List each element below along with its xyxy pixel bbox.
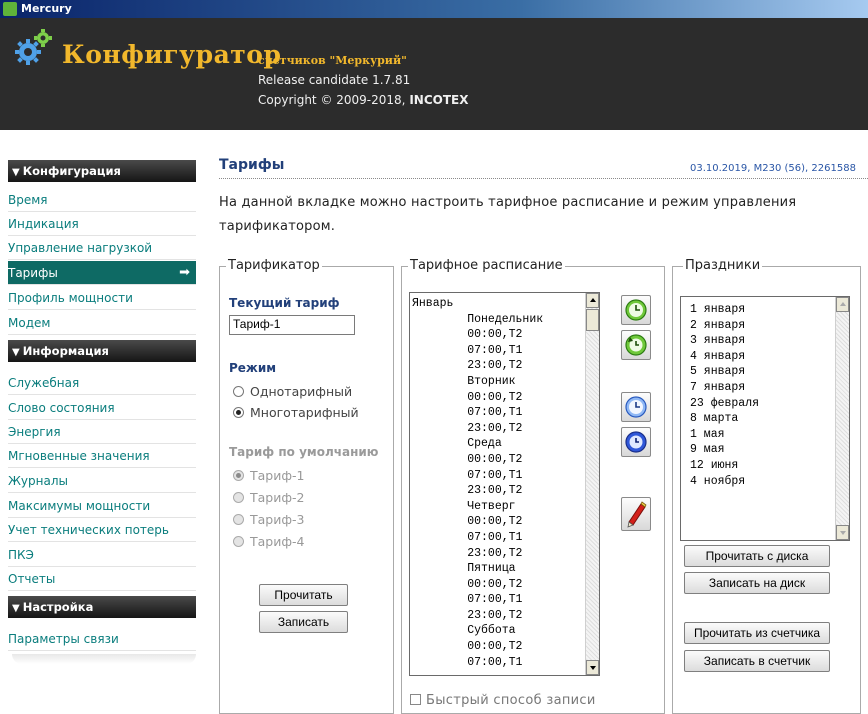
write-meter-button[interactable]: Записать в счетчик (684, 650, 830, 672)
refresh-schedule-button[interactable] (621, 330, 651, 360)
checkbox-label: Быстрый способ записи (426, 693, 596, 708)
radio-label: Многотарифный (250, 405, 359, 420)
checkbox-box (410, 694, 421, 705)
default-tariff-3-radio[interactable]: Тариф-3 (233, 512, 305, 527)
title-divider (219, 178, 868, 179)
clock-green-refresh-icon (625, 334, 647, 356)
current-tariff-label: Текущий тариф (229, 296, 340, 310)
write-button[interactable]: Записать (259, 611, 348, 633)
radio-label: Тариф-4 (250, 534, 305, 549)
read-schedule-button[interactable] (621, 295, 651, 325)
sidebar-item-instant-values[interactable]: Мгновенные значения (8, 444, 196, 468)
schedule-list[interactable]: Январь Понедельник 00:00,T2 07:00,T1 23:… (409, 292, 600, 676)
section-title: Информация (22, 344, 109, 358)
radio-label: Тариф-1 (250, 468, 305, 483)
page-description: На данной вкладке можно настроить тарифн… (219, 195, 797, 234)
scroll-down-button[interactable] (586, 660, 599, 675)
scroll-up-button[interactable] (586, 293, 599, 308)
default-tariff-label: Тариф по умолчанию (229, 445, 379, 459)
arrow-right-icon: ➡ (179, 265, 190, 280)
app-header (0, 18, 868, 130)
sidebar-item-tariffs[interactable]: Тарифы ➡ (8, 261, 196, 285)
scroll-down-button[interactable] (836, 525, 849, 540)
sidebar-item-reports[interactable]: Отчеты (8, 567, 196, 591)
read-meter-button[interactable]: Прочитать из счетчика (684, 622, 830, 644)
sidebar-item-label: Тарифы (8, 266, 58, 280)
edit-schedule-button[interactable] (621, 497, 651, 531)
triangle-down-icon: ▼ (12, 167, 20, 178)
sidebar-item-pke[interactable]: ПКЭ (8, 543, 196, 567)
clock-blue-icon (625, 396, 647, 418)
write-disk-button[interactable]: Записать на диск (684, 572, 830, 594)
mode-single-radio[interactable]: Однотарифный (233, 384, 352, 399)
holidays-legend: Праздники (683, 258, 763, 273)
refresh-time-button[interactable] (621, 427, 651, 457)
pen-eraser-icon (627, 501, 647, 528)
sidebar-item-modem[interactable]: Модем (8, 311, 196, 335)
sidebar-item-energy[interactable]: Энергия (8, 420, 196, 444)
radio-circle (233, 386, 244, 397)
radio-label: Тариф-3 (250, 512, 305, 527)
clock-blue-refresh-icon (625, 431, 647, 453)
mode-label: Режим (229, 361, 277, 375)
copyright-label: Copyright © 2009-2018, INCOTEX (258, 93, 468, 107)
triangle-down-icon: ▼ (12, 347, 20, 358)
sidebar-item-journals[interactable]: Журналы (8, 469, 196, 493)
radio-circle (233, 514, 244, 525)
sidebar-section-info[interactable]: ▼ Информация (8, 340, 196, 362)
window-titlebar: Mercury (0, 0, 868, 18)
holidays-scrollbar[interactable] (835, 297, 849, 540)
read-disk-button[interactable]: Прочитать с диска (684, 545, 830, 567)
sidebar-item-connection[interactable]: Параметры связи (8, 627, 196, 651)
sidebar-item-indication[interactable]: Индикация (8, 212, 196, 236)
default-tariff-1-radio[interactable]: Тариф-1 (233, 468, 305, 483)
section-title: Настройка (22, 600, 94, 614)
default-tariff-4-radio[interactable]: Тариф-4 (233, 534, 305, 549)
sidebar-item-time[interactable]: Время (8, 188, 196, 212)
radio-label: Тариф-2 (250, 490, 305, 505)
schedule-scrollbar[interactable] (585, 293, 599, 675)
section-title: Конфигурация (22, 164, 121, 178)
sidebar-item-load-control[interactable]: Управление нагрузкой (8, 236, 196, 260)
radio-circle (233, 492, 244, 503)
scroll-up-button[interactable] (836, 297, 849, 312)
sidebar-item-service[interactable]: Служебная (8, 371, 196, 395)
release-label: Release candidate 1.7.81 (258, 73, 411, 87)
device-info: 03.10.2019, M230 (56), 2261588 (690, 163, 856, 174)
tarifikator-legend: Тарификатор (226, 258, 322, 273)
read-time-button[interactable] (621, 392, 651, 422)
sidebar-bottom (12, 654, 196, 664)
window-title: Mercury (21, 2, 72, 15)
company-name: INCOTEX (409, 93, 469, 107)
page-title: Тарифы (219, 157, 285, 173)
holidays-list[interactable]: 1 января 2 января 3 января 4 января 5 ян… (680, 296, 850, 541)
copyright-prefix: Copyright © 2009-2018, (258, 93, 406, 107)
read-button[interactable]: Прочитать (259, 584, 348, 606)
gears-icon (15, 29, 52, 65)
sidebar-item-tech-losses[interactable]: Учет технических потерь (8, 518, 196, 542)
radio-circle (233, 536, 244, 547)
scroll-thumb[interactable] (586, 309, 599, 331)
fast-write-checkbox[interactable]: Быстрый способ записи (410, 693, 596, 708)
default-tariff-2-radio[interactable]: Тариф-2 (233, 490, 305, 505)
brand-title: Конфигуратор (62, 40, 282, 69)
schedule-legend: Тарифное расписание (408, 258, 565, 273)
mode-multi-radio[interactable]: Многотарифный (233, 405, 359, 420)
radio-circle (233, 470, 244, 481)
radio-circle (233, 407, 244, 418)
holidays-text: 1 января 2 января 3 января 4 января 5 ян… (690, 303, 760, 488)
sidebar-item-power-maximums[interactable]: Максимумы мощности (8, 494, 196, 518)
app-icon (3, 2, 17, 16)
brand-subtitle: счетчиков "Меркурий" (258, 54, 407, 67)
sidebar-item-power-profile[interactable]: Профиль мощности (8, 286, 196, 310)
sidebar-item-status-word[interactable]: Слово состояния (8, 396, 196, 420)
triangle-down-icon: ▼ (12, 603, 20, 614)
clock-green-icon (625, 299, 647, 321)
radio-label: Однотарифный (250, 384, 353, 399)
current-tariff-field[interactable]: Тариф-1 (229, 315, 355, 335)
sidebar-section-config[interactable]: ▼ Конфигурация (8, 160, 196, 182)
schedule-text: Январь Понедельник 00:00,T2 07:00,T1 23:… (412, 297, 544, 669)
sidebar-section-settings[interactable]: ▼ Настройка (8, 596, 196, 618)
